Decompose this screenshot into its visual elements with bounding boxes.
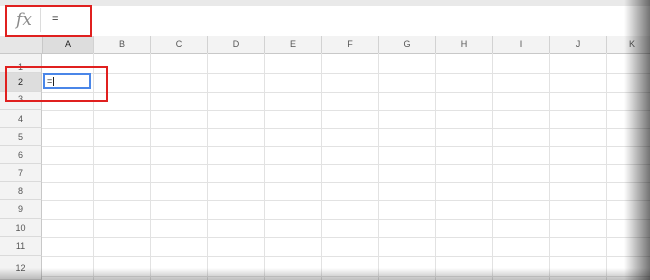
grid-line: [378, 53, 379, 280]
row-header-8[interactable]: 8: [0, 182, 42, 200]
column-header-h[interactable]: H: [436, 36, 493, 53]
formula-input[interactable]: =: [46, 8, 642, 32]
grid-line: [150, 53, 151, 280]
grid-line: [264, 53, 265, 280]
select-all-corner[interactable]: [0, 36, 43, 53]
grid-line: [42, 182, 650, 183]
column-header-i[interactable]: I: [493, 36, 550, 53]
column-header-e[interactable]: E: [265, 36, 322, 53]
active-cell-highlight: [5, 66, 108, 102]
grid-line: [42, 256, 650, 257]
grid-line: [492, 53, 493, 280]
grid-line: [42, 128, 650, 129]
formula-bar: fx =: [0, 6, 650, 37]
formula-bar-highlight: [5, 5, 92, 37]
column-header-j[interactable]: J: [550, 36, 607, 53]
column-header-f[interactable]: F: [322, 36, 379, 53]
grid-line: [42, 200, 650, 201]
row-header-9[interactable]: 9: [0, 200, 42, 219]
edge-shadow: [624, 0, 650, 280]
column-header-row: A B C D E F G H I J K: [0, 36, 650, 54]
grid-line: [435, 53, 436, 280]
grid-line: [42, 237, 650, 238]
row-header-11[interactable]: 11: [0, 237, 42, 256]
grid-line: [42, 219, 650, 220]
grid-line: [321, 53, 322, 280]
grid-line: [42, 92, 650, 93]
column-header-g[interactable]: G: [379, 36, 436, 53]
column-header-c[interactable]: C: [151, 36, 208, 53]
grid-line: [42, 73, 650, 74]
column-header-a[interactable]: A: [43, 36, 94, 53]
row-header-5[interactable]: 5: [0, 128, 42, 146]
grid-line: [42, 146, 650, 147]
grid-line: [42, 110, 650, 111]
row-header-4[interactable]: 4: [0, 110, 42, 128]
row-header-6[interactable]: 6: [0, 146, 42, 164]
column-header-b[interactable]: B: [94, 36, 151, 53]
row-header-10[interactable]: 10: [0, 219, 42, 237]
grid-line: [549, 53, 550, 280]
edge-shadow: [0, 268, 650, 280]
row-header-7[interactable]: 7: [0, 164, 42, 182]
column-header-d[interactable]: D: [208, 36, 265, 53]
grid-line: [42, 164, 650, 165]
grid-line: [606, 53, 607, 280]
grid-line: [207, 53, 208, 280]
